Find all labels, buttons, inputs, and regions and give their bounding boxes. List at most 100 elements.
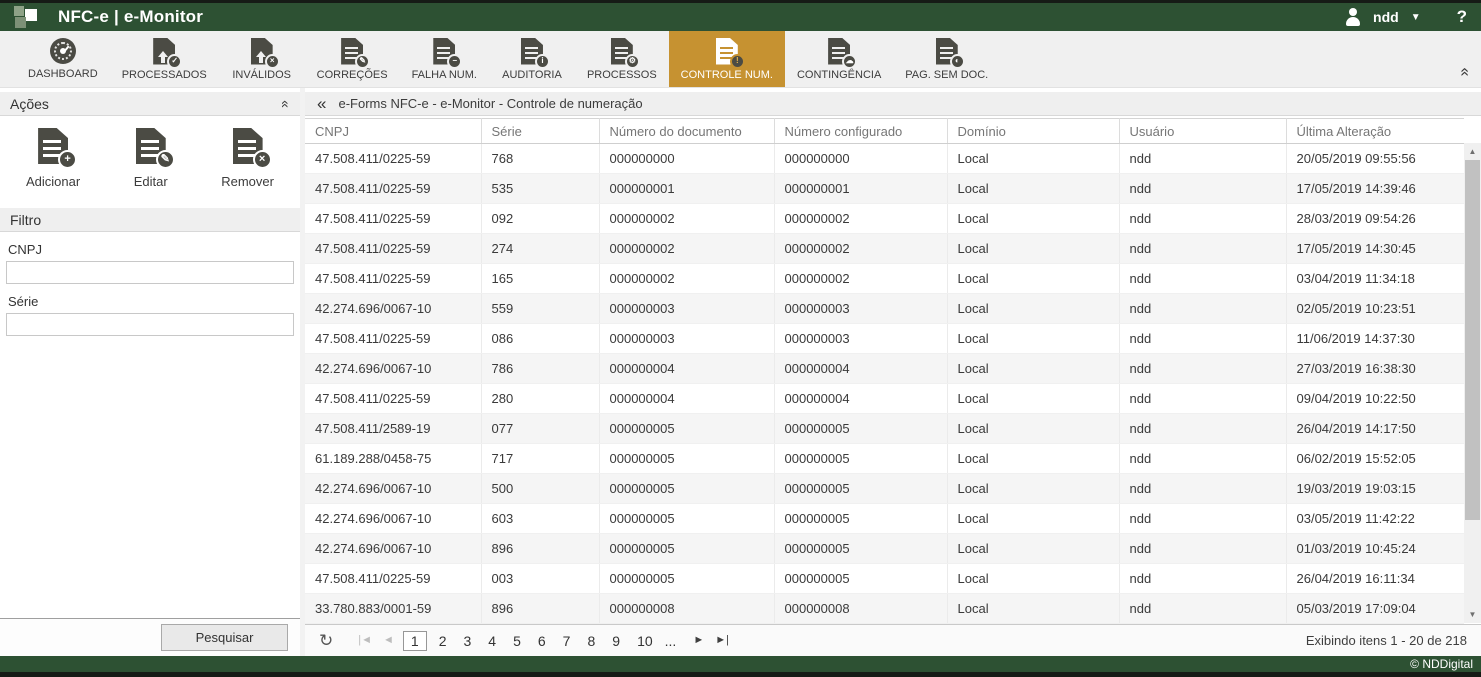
tab-auditoria[interactable]: i AUDITORIA [489, 31, 575, 87]
tab-contingencia[interactable]: ☁ CONTINGÊNCIA [785, 31, 893, 87]
column-header-cnpj[interactable]: CNPJ [305, 119, 481, 144]
scrollbar-thumb[interactable] [1465, 160, 1480, 520]
help-button[interactable]: ? [1457, 7, 1467, 27]
tab-processados[interactable]: ✓ PROCESSADOS [110, 31, 219, 87]
scroll-down-icon[interactable]: ▼ [1464, 606, 1481, 623]
table-cell: Local [947, 354, 1119, 384]
table-row[interactable]: 47.508.411/0225-59003000000005000000005L… [305, 564, 1464, 594]
tab-correcoes[interactable]: ✎ CORREÇÕES [305, 31, 400, 87]
table-row[interactable]: 42.274.696/0067-10500000000005000000005L… [305, 474, 1464, 504]
table-cell: 000000005 [599, 414, 774, 444]
table-cell: Local [947, 204, 1119, 234]
table-cell: 000000002 [599, 234, 774, 264]
page-number[interactable]: 2 [434, 631, 452, 651]
page-numbers: 123456789 10 [403, 631, 658, 651]
tab-pag-sem-doc[interactable]: ◐ PAG. SEM DOC. [893, 31, 1000, 87]
tab-falha-num[interactable]: − FALHA NUM. [400, 31, 489, 87]
content-area: Ações « + Adicionar ✎ Editar × Remover F… [0, 88, 1481, 656]
page-number[interactable]: 3 [458, 631, 476, 651]
page-number[interactable]: 9 [607, 631, 625, 651]
page-number[interactable]: 7 [558, 631, 576, 651]
table-cell: 47.508.411/0225-59 [305, 564, 481, 594]
copyright-text: © NDDigital [1410, 657, 1473, 671]
bottom-edge [0, 672, 1481, 677]
collapse-sidebar-icon[interactable]: « [317, 95, 326, 112]
refresh-icon[interactable]: ↻ [319, 632, 333, 649]
first-page-icon[interactable]: |◄ [356, 633, 374, 648]
table-row[interactable]: 47.508.411/0225-59768000000000000000000L… [305, 144, 1464, 174]
toolbar-collapse-button[interactable]: « [1460, 63, 1469, 81]
column-header-numero-documento[interactable]: Número do documento [599, 119, 774, 144]
table-cell: 000000004 [599, 384, 774, 414]
table-cell: 000000005 [774, 504, 947, 534]
table-cell: 000000005 [599, 444, 774, 474]
table-row[interactable]: 47.508.411/0225-59280000000004000000004L… [305, 384, 1464, 414]
table-row[interactable]: 47.508.411/0225-59535000000001000000001L… [305, 174, 1464, 204]
table-cell: 000000004 [774, 354, 947, 384]
tab-dashboard[interactable]: DASHBOARD [16, 31, 110, 87]
remove-button[interactable]: × Remover [221, 128, 274, 204]
next-page-icon[interactable]: ► [691, 633, 706, 648]
page-number[interactable]: 1 [403, 631, 427, 651]
column-header-dominio[interactable]: Domínio [947, 119, 1119, 144]
table-cell: 086 [481, 324, 599, 354]
table-cell: 02/05/2019 10:23:51 [1286, 294, 1464, 324]
table-row[interactable]: 47.508.411/0225-59274000000002000000002L… [305, 234, 1464, 264]
column-header-usuario[interactable]: Usuário [1119, 119, 1286, 144]
table-cell: Local [947, 534, 1119, 564]
chevron-down-icon[interactable]: ▼ [1411, 12, 1421, 23]
filter-panel-header: Filtro [0, 208, 300, 232]
action-label: Editar [134, 174, 168, 189]
table-row[interactable]: 47.508.411/2589-19077000000005000000005L… [305, 414, 1464, 444]
tab-processos[interactable]: ⚙ PROCESSOS [575, 31, 669, 87]
table-cell: 01/03/2019 10:45:24 [1286, 534, 1464, 564]
vertical-scrollbar[interactable]: ▲ ▼ [1464, 143, 1481, 623]
column-header-serie[interactable]: Série [481, 119, 599, 144]
prev-page-icon[interactable]: ◄ [381, 633, 396, 648]
table-cell: 165 [481, 264, 599, 294]
add-button[interactable]: + Adicionar [26, 128, 80, 204]
table-row[interactable]: 47.508.411/0225-59092000000002000000002L… [305, 204, 1464, 234]
table-cell: ndd [1119, 444, 1286, 474]
tab-controle-num[interactable]: ! CONTROLE NUM. [669, 31, 785, 87]
last-page-icon[interactable]: ►| [713, 633, 731, 648]
table-row[interactable]: 33.780.883/0001-59896000000008000000008L… [305, 594, 1464, 624]
footer-bar: © NDDigital [0, 656, 1481, 672]
table-cell: 42.274.696/0067-10 [305, 504, 481, 534]
cnpj-input[interactable] [6, 261, 294, 284]
serie-input[interactable] [6, 313, 294, 336]
table-row[interactable]: 61.189.288/0458-75717000000005000000005L… [305, 444, 1464, 474]
table-cell: 768 [481, 144, 599, 174]
user-menu[interactable]: ndd [1373, 9, 1399, 25]
edit-button[interactable]: ✎ Editar [134, 128, 168, 204]
page-number[interactable]: 4 [483, 631, 501, 651]
table-cell: 000000000 [774, 144, 947, 174]
table-cell: 47.508.411/0225-59 [305, 144, 481, 174]
table-cell: 06/02/2019 15:52:05 [1286, 444, 1464, 474]
table-row[interactable]: 42.274.696/0067-10603000000005000000005L… [305, 504, 1464, 534]
table-row[interactable]: 42.274.696/0067-10786000000004000000004L… [305, 354, 1464, 384]
table-row[interactable]: 47.508.411/0225-59165000000002000000002L… [305, 264, 1464, 294]
table-row[interactable]: 42.274.696/0067-10896000000005000000005L… [305, 534, 1464, 564]
table-cell: ndd [1119, 234, 1286, 264]
page-number[interactable]: 10 [632, 631, 658, 651]
table-cell: ndd [1119, 504, 1286, 534]
table-row[interactable]: 42.274.696/0067-10559000000003000000003L… [305, 294, 1464, 324]
search-button[interactable]: Pesquisar [161, 624, 288, 651]
table-cell: 05/03/2019 17:09:04 [1286, 594, 1464, 624]
scroll-up-icon[interactable]: ▲ [1464, 143, 1481, 160]
column-header-ultima-alteracao[interactable]: Última Alteração [1286, 119, 1464, 144]
table-cell: 42.274.696/0067-10 [305, 474, 481, 504]
page-number[interactable]: 5 [508, 631, 526, 651]
table-body: 47.508.411/0225-59768000000000000000000L… [305, 144, 1464, 624]
column-header-numero-configurado[interactable]: Número configurado [774, 119, 947, 144]
chevron-up-icon[interactable]: « [279, 100, 293, 108]
table-cell: 000000005 [774, 534, 947, 564]
tab-invalidos[interactable]: × INVÁLIDOS [219, 31, 305, 87]
page-number[interactable]: 8 [582, 631, 600, 651]
document-info-icon: i [521, 38, 543, 65]
page-number[interactable]: 6 [533, 631, 551, 651]
table-cell: 000000000 [599, 144, 774, 174]
table-cell: ndd [1119, 324, 1286, 354]
table-row[interactable]: 47.508.411/0225-59086000000003000000003L… [305, 324, 1464, 354]
